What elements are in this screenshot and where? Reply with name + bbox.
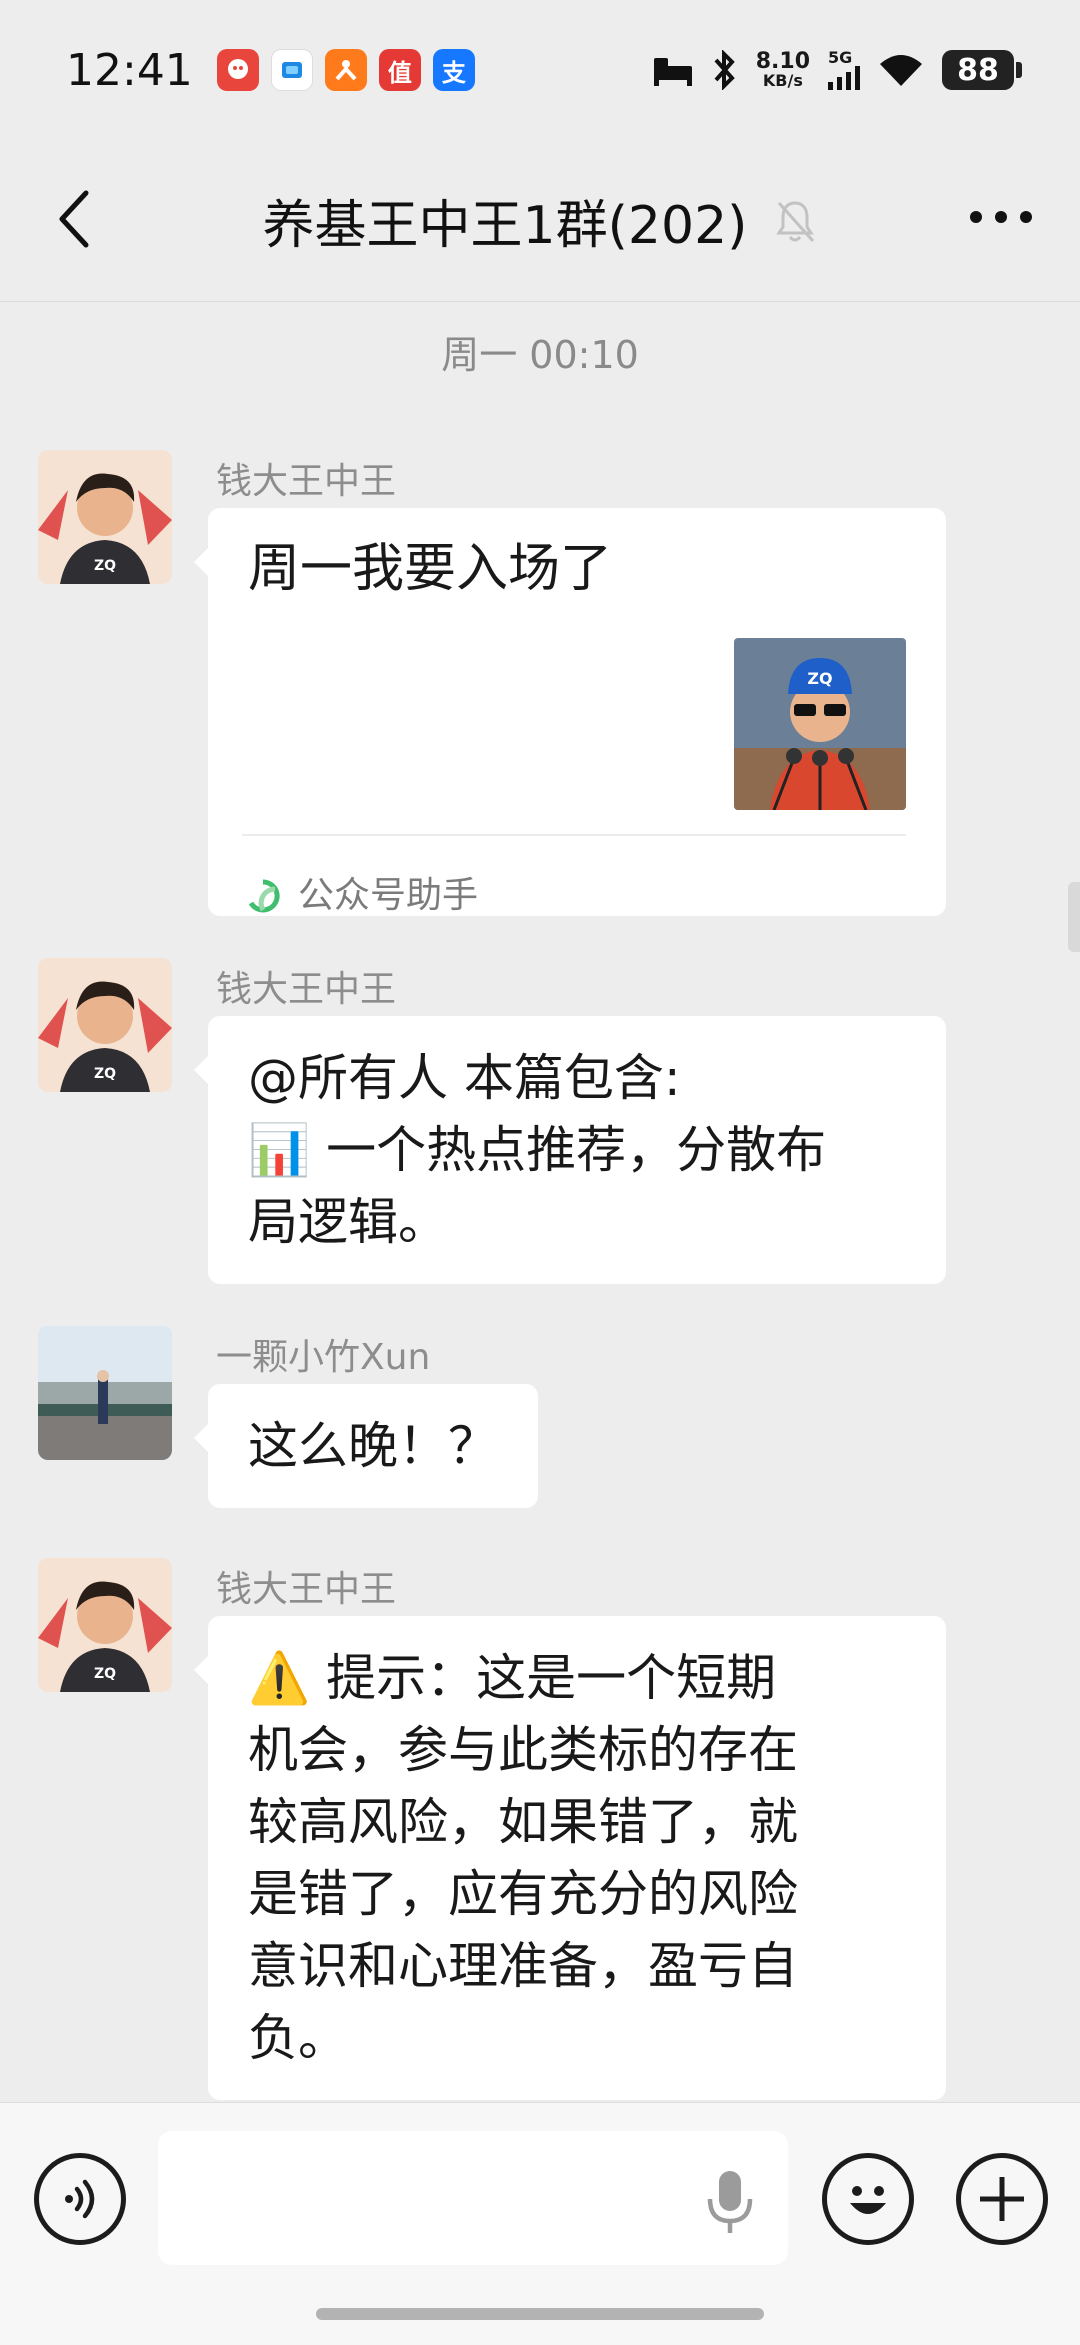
voice-toggle-button[interactable] <box>34 2153 126 2245</box>
avatar[interactable]: ZQ <box>38 450 172 584</box>
back-button[interactable] <box>44 184 104 254</box>
message-line: @所有人 本篇包含: <box>248 1049 681 1107</box>
sender-name: 钱大王中王 <box>216 461 397 502</box>
message-line: 这么晚！？ <box>248 1417 498 1475</box>
avatar[interactable]: ZQ <box>38 958 172 1092</box>
emoji-button[interactable] <box>822 2153 914 2245</box>
cell-signal-icon: 5G <box>828 50 860 90</box>
time-divider: 周一 00:10 <box>441 333 639 377</box>
more-functions-button[interactable] <box>956 2153 1048 2245</box>
app-icon-2 <box>270 49 313 91</box>
app-icon-4: 值 <box>378 49 421 91</box>
article-title: 周一我要入场了 <box>248 539 613 599</box>
app-icon-1 <box>216 49 259 91</box>
sender-name: 一颗小竹Xun <box>216 1337 431 1378</box>
scrollbar[interactable] <box>1068 882 1080 952</box>
avatar[interactable]: ZQ <box>38 1558 172 1692</box>
message-list[interactable]: 周一 00:10 ZQ 钱大王中王 周一我要入场了 ZQ 公众号助手 ZQ 钱大… <box>0 302 1080 2102</box>
card-divider <box>242 834 906 836</box>
message-line: 意识和心理准备，盈亏自 <box>248 1937 798 1995</box>
notification-icons: 值 支 <box>216 49 475 91</box>
app-icon-5: 支 <box>432 49 475 91</box>
chat-title: 养基王中王1群(202) <box>262 196 748 256</box>
svg-text:ZQ: ZQ <box>807 669 832 688</box>
article-thumbnail: ZQ <box>734 638 906 810</box>
network-speed: 8.10 KB/s <box>755 49 810 90</box>
status-bar: 12:41 值 支 8.10 KB/s 5G 88 <box>0 0 1080 140</box>
status-time: 12:41 <box>66 44 193 96</box>
status-right: 8.10 KB/s 5G 88 <box>652 49 1022 90</box>
svg-text:ZQ: ZQ <box>94 1066 116 1082</box>
smiley-icon <box>850 2186 886 2214</box>
article-source: 公众号助手 <box>246 860 478 932</box>
message-line: 局逻辑。 <box>248 1193 448 1251</box>
bluetooth-icon <box>714 50 735 90</box>
message-line: ⚠️ 提示：这是一个短期 <box>248 1649 777 1707</box>
more-dots-icon <box>970 211 1032 223</box>
app-icon-3 <box>324 49 367 91</box>
plus-icon <box>980 2177 1024 2221</box>
official-account-icon <box>248 879 280 913</box>
avatar[interactable] <box>38 1326 172 1460</box>
message-bubble[interactable]: @所有人 本篇包含: 📊 一个热点推荐，分散布 局逻辑。 <box>194 1016 946 1284</box>
message-line: 负。 <box>248 2009 348 2067</box>
article-card[interactable]: 周一我要入场了 ZQ 公众号助手 <box>194 508 946 916</box>
home-indicator[interactable] <box>316 2308 764 2320</box>
message-bubble[interactable]: 这么晚！？ <box>194 1384 538 1508</box>
battery-indicator: 88 <box>942 50 1022 90</box>
message-line: 是错了，应有充分的风险 <box>248 1865 798 1923</box>
message-line: 机会，参与此类标的存在 <box>248 1721 798 1779</box>
message-bubble[interactable]: ⚠️ 提示：这是一个短期 机会，参与此类标的存在 较高风险，如果错了，就 是错了… <box>194 1616 946 2100</box>
voice-icon <box>65 2179 95 2219</box>
more-button[interactable] <box>962 192 1040 242</box>
mute-bell-icon <box>776 200 815 242</box>
microphone-icon[interactable] <box>700 2167 760 2237</box>
bed-icon <box>653 58 692 86</box>
message-line: 📊 一个热点推荐，分散布 <box>248 1121 827 1179</box>
message-line: 较高风险，如果错了，就 <box>248 1793 798 1851</box>
chevron-left-icon <box>59 190 89 248</box>
svg-text:ZQ: ZQ <box>94 558 116 574</box>
svg-text:ZQ: ZQ <box>94 1666 116 1682</box>
wifi-icon <box>880 55 922 86</box>
chat-header: 养基王中王1群(202) <box>0 140 1080 302</box>
message-input[interactable] <box>158 2131 788 2265</box>
sender-name: 钱大王中王 <box>216 969 397 1010</box>
sender-name: 钱大王中王 <box>216 1569 397 1610</box>
